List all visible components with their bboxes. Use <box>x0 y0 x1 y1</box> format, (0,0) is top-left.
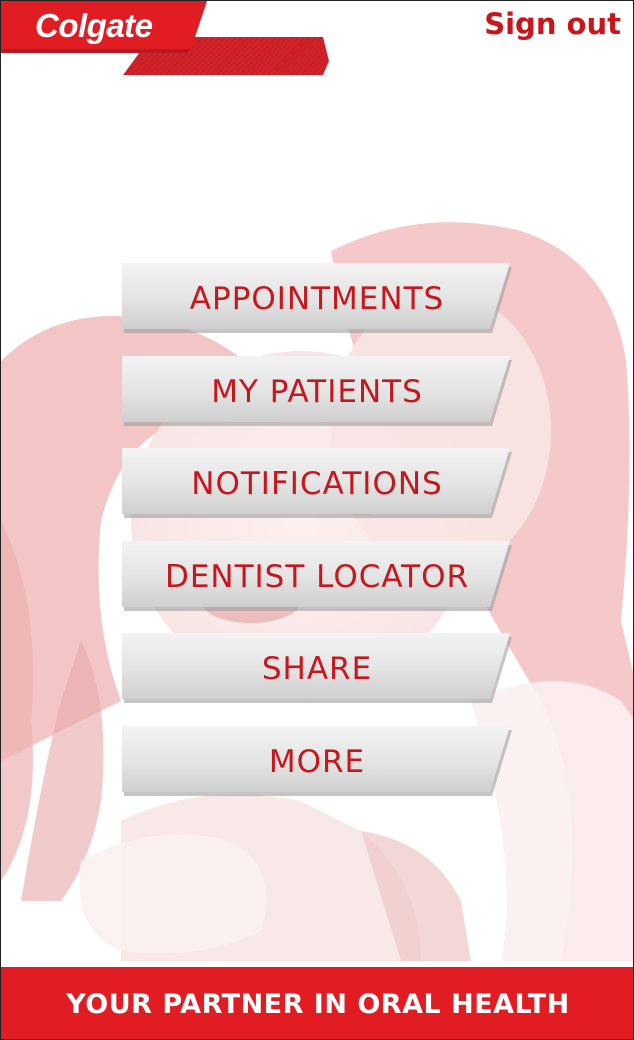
my-patients-label: MY PATIENTS <box>211 374 423 410</box>
share-label: SHARE <box>261 651 373 687</box>
my-patients-button[interactable]: MY PATIENTS <box>122 356 512 426</box>
footer-tagline: YOUR PARTNER IN ORAL HEALTH <box>66 989 570 1020</box>
more-button[interactable]: MORE <box>122 726 512 796</box>
notifications-button[interactable]: NOTIFICATIONS <box>122 448 512 518</box>
appointments-button[interactable]: APPOINTMENTS <box>122 263 512 333</box>
footer-banner: YOUR PARTNER IN ORAL HEALTH <box>1 967 633 1039</box>
app-screen: Colgate Sign out APPOINTMENTS MY PATIENT… <box>0 0 634 1040</box>
dentist-locator-label: DENTIST LOCATOR <box>164 559 470 595</box>
share-button[interactable]: SHARE <box>122 633 512 703</box>
more-label: MORE <box>268 744 366 780</box>
notifications-label: NOTIFICATIONS <box>191 466 443 502</box>
main-menu: APPOINTMENTS MY PATIENTS NOTIFICATIONS D… <box>1 1 633 1039</box>
appointments-label: APPOINTMENTS <box>189 281 445 317</box>
dentist-locator-button[interactable]: DENTIST LOCATOR <box>122 541 512 611</box>
